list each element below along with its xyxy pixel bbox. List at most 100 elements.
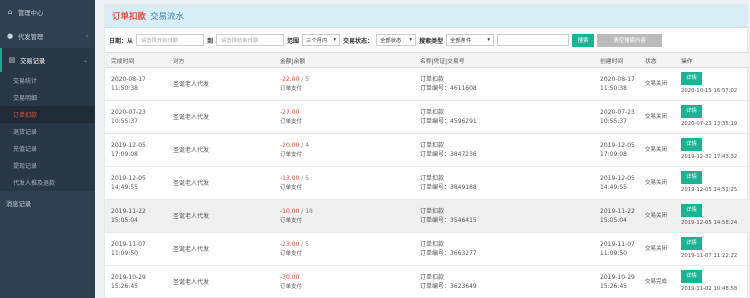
done-time: 15:05:04 — [111, 217, 138, 224]
nav-label: 代发管理 — [18, 33, 44, 41]
done-time-cell: 2020-07-23 10:55:37 — [105, 100, 167, 134]
main-content: 订单扣款 交易流水 日期：从 请选择开始日期 到 请选择结束日期 范围 三个月内… — [95, 0, 750, 298]
party-cell: 圣诞老人代发 — [167, 100, 274, 134]
order-number: 订单编号：4596291 — [420, 118, 477, 125]
table-header-row: 完成时间 对方 金额|余额 名称|凭证|交易号 创建时间 状态 操作 — [105, 52, 748, 68]
detail-button[interactable]: 详情 — [681, 171, 702, 184]
done-time-cell: 2019-10-29 15:26:45 — [105, 265, 167, 298]
created-time: 11:50:38 — [600, 85, 627, 92]
created-cell: 2019-12-05 14:49:55 — [594, 166, 639, 200]
done-time: 10:55:37 — [111, 118, 138, 125]
party-cell: 圣诞老人代发 — [167, 133, 274, 167]
name-cell: 订单扣款 订单编号：3623649 — [414, 265, 594, 298]
detail-button[interactable]: 详情 — [681, 72, 702, 85]
detail-button[interactable]: 详情 — [681, 237, 702, 250]
sub-item-details[interactable]: 交易明细 — [0, 89, 95, 106]
amount: -22.00 — [280, 75, 300, 83]
status-cell: 交易完成 — [639, 265, 675, 298]
done-date: 2019-12-05 — [111, 175, 146, 182]
keyword-input[interactable] — [497, 34, 570, 46]
user-icon: ● — [6, 32, 14, 40]
balance: / 4 — [301, 141, 310, 149]
range-select[interactable]: 三个月内 ▾ — [302, 34, 341, 46]
done-time: 11:50:38 — [111, 85, 138, 92]
created-cell: 2019-12-05 17:09:08 — [594, 133, 639, 167]
done-time: 17:09:08 — [111, 151, 138, 158]
detail-button[interactable]: 详情 — [681, 138, 702, 151]
sub-item-stats[interactable]: 交易统计 — [0, 72, 95, 89]
created-cell: 2020-08-17 11:50:38 — [594, 67, 639, 101]
nav-item-home[interactable]: ⌂ 管理中心 — [0, 0, 95, 24]
pay-type: 订单支付 — [280, 184, 303, 191]
col-header: 完成时间 — [105, 52, 167, 68]
col-header: 金额|余额 — [274, 52, 414, 68]
pay-type: 订单支付 — [280, 283, 303, 290]
created-cell: 2019-11-07 11:09:50 — [594, 232, 639, 266]
filter-bar: 日期：从 请选择开始日期 到 请选择结束日期 范围 三个月内 ▾ 交易状态： 全部… — [105, 28, 747, 52]
done-date: 2020-07-23 — [111, 109, 146, 116]
status-select[interactable]: 全部状态 ▾ — [376, 34, 417, 46]
order-number: 订单编号：3849188 — [420, 184, 477, 191]
chevron-left-icon: ‹ — [85, 32, 88, 40]
nav-item-messages[interactable]: 消息记录 — [0, 191, 95, 215]
search-type-label: 搜索类型 — [419, 37, 444, 45]
sub-item-order-deduct[interactable]: 订单扣款 — [0, 106, 95, 123]
detail-button[interactable]: 详情 — [681, 270, 702, 283]
status-cell: 交易关闭 — [639, 67, 675, 101]
nav-item-transactions[interactable]: ▤ 交易记录 ⌄ — [0, 48, 95, 72]
status-cell: 交易关闭 — [639, 199, 675, 233]
pay-type: 订单支付 — [280, 85, 303, 92]
created-time: 15:05:04 — [600, 217, 627, 224]
detail-button[interactable]: 详情 — [681, 105, 702, 118]
amount: -23.00 — [280, 240, 300, 248]
detail-button[interactable]: 详情 — [681, 204, 702, 217]
sidebar: ⌂ 管理中心 ● 代发管理 ‹ ▤ 交易记录 ⌄ 交易统计 交易明细 订单扣款 … — [0, 0, 95, 298]
pay-type: 订单支付 — [280, 118, 303, 125]
table-row: 2020-08-17 11:50:38 圣诞老人代发 -22.00 / 5 订单支付 订单… — [105, 67, 748, 101]
party-cell: 圣诞老人代发 — [167, 265, 274, 298]
chevron-down-icon: ▾ — [409, 37, 413, 43]
table-row: 2020-07-23 10:55:37 圣诞老人代发 -27.00 订单支付 订单扣款订… — [105, 100, 748, 134]
done-time-cell: 2019-12-05 14:49:55 — [105, 166, 167, 200]
search-button[interactable]: 搜索 — [572, 33, 595, 47]
created-date: 2019-11-22 — [600, 208, 635, 215]
done-time: 15:26:45 — [111, 283, 138, 290]
pay-type: 订单支付 — [280, 250, 303, 257]
status-cell: 交易关闭 — [639, 166, 675, 200]
amount: -10.00 — [280, 207, 300, 215]
created-time: 17:09:08 — [600, 151, 627, 158]
txn-name: 订单扣款 — [420, 208, 445, 215]
party-cell: 圣诞老人代发 — [167, 232, 274, 266]
table-row: 2019-11-07 11:09:50 圣诞老人代发 -23.00 / 5 订单支付 订单… — [105, 232, 748, 266]
col-header: 名称|凭证|交易号 — [414, 52, 594, 68]
search-type-select[interactable]: 全部条件 ▾ — [446, 34, 495, 46]
op-cell: 详情 2019-12-31 17:43:32 — [675, 133, 748, 167]
created-date: 2019-10-29 — [600, 274, 635, 281]
clear-search-button[interactable]: 清空搜索内容 — [597, 33, 663, 47]
name-cell: 订单扣款 订单编号：3849188 — [414, 166, 594, 200]
nav-item-proxy[interactable]: ● 代发管理 ‹ — [0, 24, 95, 48]
pay-type: 订单支付 — [280, 217, 303, 224]
sub-item-refund[interactable]: 代发人推及退款 — [0, 174, 95, 191]
panel-header: 订单扣款 交易流水 — [105, 5, 747, 28]
table-row: 2019-10-29 15:26:45 圣诞老人代发 -30.00 订单支付 订单扣款订… — [105, 265, 748, 298]
created-date: 2019-11-07 — [600, 241, 635, 248]
created-time: 10:55:37 — [600, 118, 627, 125]
name-cell: 订单扣款 订单编号：4596291 — [414, 100, 594, 134]
transactions-table: 完成时间 对方 金额|余额 名称|凭证|交易号 创建时间 状态 操作 2020-… — [105, 52, 748, 298]
status-cell: 交易关闭 — [639, 100, 675, 134]
order-number: 订单编号：3546415 — [420, 217, 477, 224]
sub-item-returns[interactable]: 退货记录 — [0, 123, 95, 140]
done-date: 2020-08-17 — [111, 76, 146, 83]
sub-item-recharge[interactable]: 充值记录 — [0, 140, 95, 157]
done-date: 2019-10-29 — [111, 274, 146, 281]
start-date-input[interactable]: 请选择开始日期 — [136, 34, 205, 46]
end-date-input[interactable]: 请选择结束日期 — [216, 34, 285, 46]
done-date: 2019-11-07 — [111, 241, 146, 248]
balance: / 18 — [301, 207, 313, 215]
sub-item-withdraw[interactable]: 提现记录 — [0, 157, 95, 174]
op-time: 2019-11-02 10:48:58 — [681, 286, 738, 292]
done-time: 14:49:55 — [111, 184, 138, 191]
op-cell: 详情 2019-12-05 14:58:24 — [675, 199, 748, 233]
amount-cell: -10.00 / 18 订单支付 — [274, 199, 414, 233]
